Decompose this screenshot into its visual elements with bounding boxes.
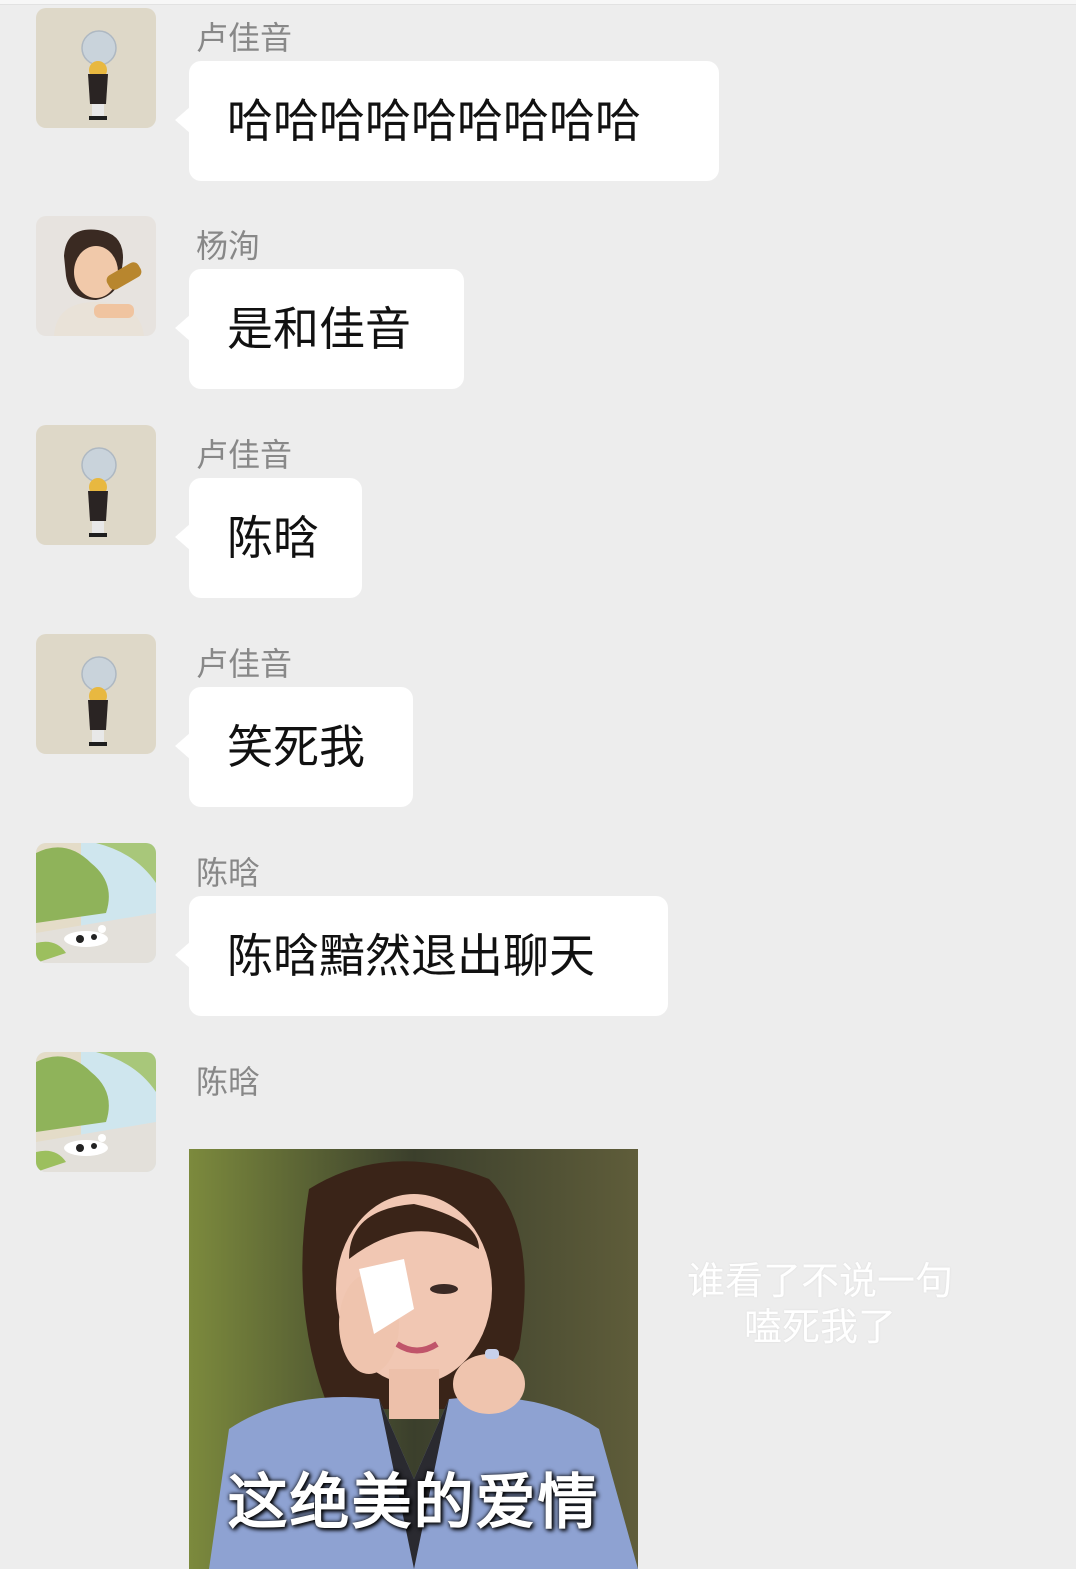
- avatar[interactable]: [36, 634, 156, 754]
- watermark-line-2: 嗑死我了: [743, 1305, 896, 1349]
- illustrated-cat-garden-avatar-icon: [36, 843, 156, 963]
- illustrated-cat-garden-avatar-icon: [36, 1052, 156, 1172]
- message-bubble[interactable]: 陈晗黯然退出聊天: [175, 896, 668, 1016]
- avatar[interactable]: [36, 216, 156, 336]
- avatar[interactable]: [36, 1052, 156, 1172]
- girl-with-balloon-avatar-icon: [36, 8, 156, 128]
- top-divider: [0, 0, 1076, 5]
- watermark-text: 谁看了不说一句 嗑死我了: [660, 1258, 980, 1350]
- avatar[interactable]: [36, 843, 156, 963]
- girl-with-balloon-avatar-icon: [36, 634, 156, 754]
- child-eating-avatar-icon: [36, 216, 156, 336]
- watermark-line-1: 谁看了不说一句: [686, 1259, 953, 1303]
- sticker-caption: 这绝美的爱情: [227, 1468, 600, 1538]
- message-bubble[interactable]: 笑死我: [175, 687, 413, 807]
- avatar[interactable]: [36, 8, 156, 128]
- sender-name: 陈晗: [196, 854, 261, 892]
- sender-name: 卢佳音: [196, 645, 293, 683]
- sender-name: 卢佳音: [196, 19, 293, 57]
- sender-name: 陈晗: [196, 1063, 261, 1101]
- girl-with-balloon-avatar-icon: [36, 425, 156, 545]
- message-bubble[interactable]: 陈晗: [175, 478, 362, 598]
- sender-name: 卢佳音: [196, 436, 293, 474]
- sender-name: 杨洵: [196, 227, 261, 265]
- avatar[interactable]: [36, 425, 156, 545]
- sticker-image[interactable]: 这绝美的爱情: [189, 1149, 638, 1569]
- message-bubble[interactable]: 哈哈哈哈哈哈哈哈哈: [175, 61, 719, 181]
- message-bubble[interactable]: 是和佳音: [175, 269, 464, 389]
